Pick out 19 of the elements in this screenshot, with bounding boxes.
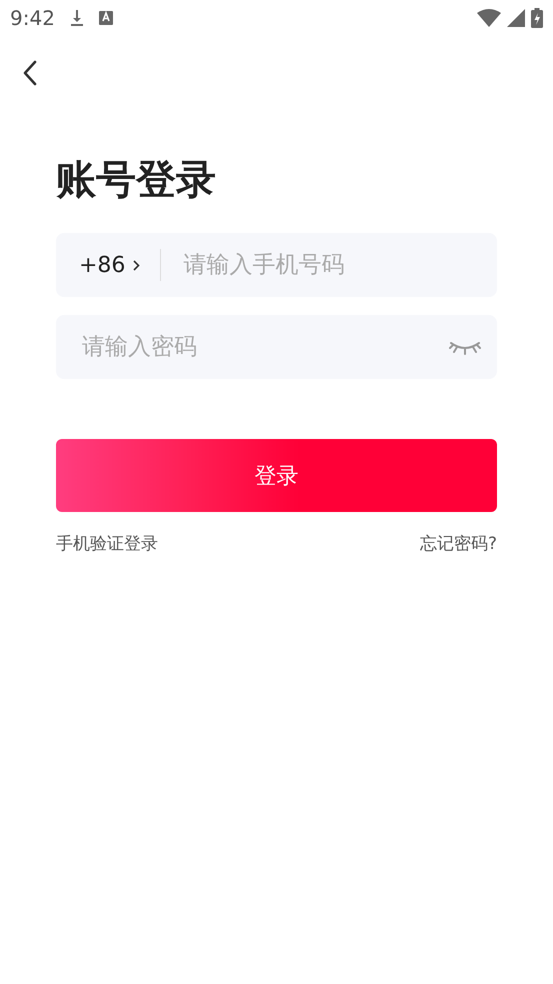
status-time: 9:42 [10,6,55,30]
chevron-right-icon [133,260,140,270]
signal-icon [507,9,525,27]
phone-input[interactable]: 请输入手机号码 [181,251,497,279]
wifi-icon [477,9,501,27]
page-title: 账号登录 [56,156,217,205]
password-input[interactable]: 请输入密码 [56,333,449,361]
eye-closed-icon [449,339,481,355]
battery-icon [531,8,543,28]
country-code-selector[interactable]: +86 [56,252,140,278]
back-icon [22,60,38,86]
login-button[interactable]: 登录 [56,439,497,512]
app-notification-icon [98,10,113,26]
sms-login-link[interactable]: 手机验证登录 [56,532,158,555]
password-field[interactable]: 请输入密码 [56,315,497,379]
phone-field[interactable]: +86 请输入手机号码 [56,233,497,297]
password-toggle[interactable] [449,339,481,355]
forgot-password-link[interactable]: 忘记密码? [420,532,497,555]
download-icon [68,9,85,27]
